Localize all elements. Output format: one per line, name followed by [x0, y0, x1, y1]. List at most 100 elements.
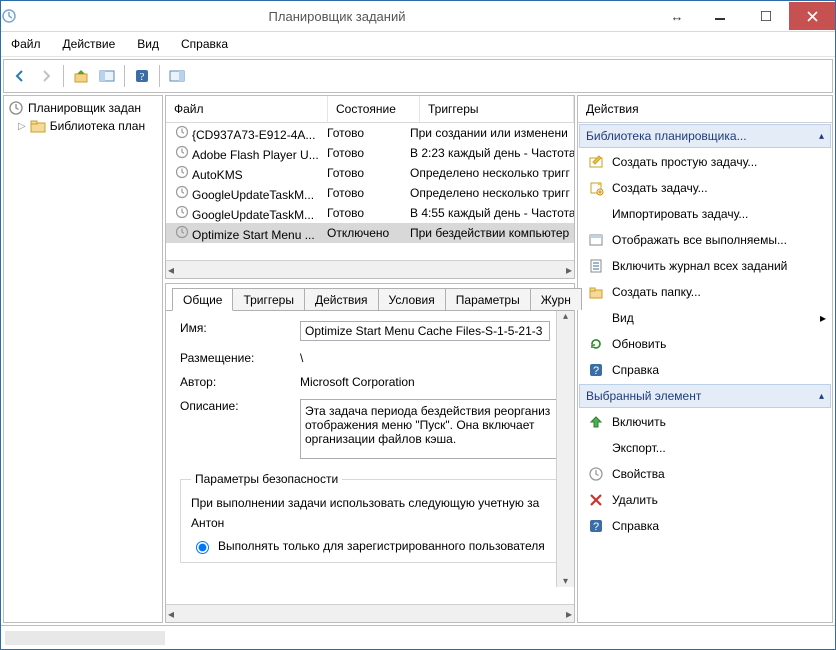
tabstrip: Общие Триггеры Действия Условия Параметр… [166, 284, 574, 310]
collapse-icon[interactable]: ▴ [819, 391, 824, 402]
action-label: Справка [612, 519, 659, 533]
resize-handle-button[interactable]: ↔ [657, 2, 697, 30]
scroll-right-icon[interactable]: ▸ [566, 263, 572, 277]
help-button[interactable]: ? [130, 64, 154, 88]
action-label: Импортировать задачу... [612, 207, 748, 221]
tab-params[interactable]: Параметры [445, 288, 531, 310]
run-only-logged-on-radio[interactable] [196, 541, 209, 554]
table-row[interactable]: Optimize Start Menu ...ОтключеноПри безд… [166, 223, 574, 243]
scroll-left-icon[interactable]: ◂ [168, 607, 174, 621]
action-справка[interactable]: ? Справка [578, 357, 832, 383]
action-включить-журнал-всех-заданий[interactable]: Включить журнал всех заданий [578, 253, 832, 279]
tree-panel: Планировщик задан ▷ Библиотека план [3, 95, 163, 623]
show-hide-console-tree-button[interactable] [95, 64, 119, 88]
location-value: \ [300, 351, 574, 365]
tree-root[interactable]: Планировщик задан [8, 100, 160, 116]
tab-general[interactable]: Общие [172, 288, 233, 311]
col-header-file[interactable]: Файл [166, 96, 328, 122]
tab-journal[interactable]: Журн [530, 288, 582, 310]
label-description: Описание: [180, 399, 300, 413]
menu-help[interactable]: Справка [179, 35, 230, 53]
scroll-up-icon[interactable]: ▴ [563, 311, 568, 322]
tab-conditions[interactable]: Условия [378, 288, 446, 310]
description-field[interactable] [300, 399, 560, 459]
tab-body-general: Имя: Размещение: \ Автор: Microsoft Corp… [166, 310, 574, 604]
action-отображать-все-выполняемы-[interactable]: Отображать все выполняемы... [578, 227, 832, 253]
menu-file[interactable]: Файл [9, 35, 43, 53]
col-header-triggers[interactable]: Триггеры [420, 96, 574, 122]
back-button[interactable] [8, 64, 32, 88]
close-button[interactable] [789, 2, 835, 30]
action-справка[interactable]: ?Справка [578, 513, 832, 539]
tab-hscrollbar[interactable]: ◂ ▸ [166, 604, 574, 622]
action-импортировать-задачу-[interactable]: Импортировать задачу... [578, 201, 832, 227]
clock-icon [174, 224, 190, 240]
tab-actions[interactable]: Действия [304, 288, 379, 310]
scroll-down-icon[interactable]: ▾ [563, 576, 568, 587]
maximize-button[interactable] [743, 2, 789, 30]
menu-action[interactable]: Действие [61, 35, 118, 53]
forward-button[interactable] [34, 64, 58, 88]
action-label: Включить журнал всех заданий [612, 259, 787, 273]
expand-icon[interactable]: ▷ [18, 121, 26, 132]
delete-icon [588, 492, 604, 508]
clock-icon [174, 124, 190, 140]
action-обновить[interactable]: Обновить [578, 331, 832, 357]
tab-triggers[interactable]: Триггеры [232, 288, 305, 310]
library-actions: Создать простую задачу... Создать задачу.… [578, 149, 832, 383]
table-row[interactable]: Adobe Flash Player U...ГотовоВ 2:23 кажд… [166, 143, 574, 163]
name-field[interactable] [300, 321, 550, 341]
action-экспорт-[interactable]: Экспорт... [578, 435, 832, 461]
col-header-state[interactable]: Состояние [328, 96, 420, 122]
security-fieldset: Параметры безопасности При выполнении за… [180, 472, 574, 563]
clock-icon [174, 204, 190, 220]
action-включить[interactable]: Включить [578, 409, 832, 435]
security-radio-row: Выполнять только для зарегистрированного… [191, 538, 563, 554]
show-icon [588, 232, 604, 248]
log-icon [588, 258, 604, 274]
toolbar-separator [159, 65, 160, 87]
menu-view[interactable]: Вид [135, 35, 161, 53]
security-text: При выполнении задачи использовать следу… [191, 496, 563, 510]
none-icon [588, 206, 604, 222]
minimize-button[interactable] [697, 2, 743, 30]
toolbar-separator [63, 65, 64, 87]
collapse-icon[interactable]: ▴ [819, 131, 824, 142]
action-label: Включить [612, 415, 666, 429]
show-hide-action-pane-button[interactable] [165, 64, 189, 88]
tree-library[interactable]: ▷ Библиотека план [8, 118, 160, 134]
table-row[interactable]: GoogleUpdateTaskM...ГотовоВ 4:55 каждый … [166, 203, 574, 223]
scroll-left-icon[interactable]: ◂ [168, 263, 174, 277]
tab-vscrollbar[interactable]: ▴ ▾ [556, 311, 574, 587]
action-label: Справка [612, 363, 659, 377]
list-body[interactable]: {CD937A73-E912-4A...ГотовоПри создании и… [166, 123, 574, 260]
clock-icon [174, 144, 190, 160]
list-hscrollbar[interactable]: ◂ ▸ [166, 260, 574, 278]
up-button[interactable] [69, 64, 93, 88]
action-label: Создать папку... [612, 285, 701, 299]
action-создать-задачу-[interactable]: Создать задачу... [578, 175, 832, 201]
svg-text:?: ? [140, 71, 145, 83]
action-label: Создать задачу... [612, 181, 708, 195]
svg-text:?: ? [593, 365, 599, 377]
center-panel: Файл Состояние Триггеры {CD937A73-E912-4… [165, 95, 575, 623]
menubar: Файл Действие Вид Справка [1, 32, 835, 57]
none-icon [588, 440, 604, 456]
table-row[interactable]: AutoKMSГотовоОпределено несколько тригг [166, 163, 574, 183]
section-selected[interactable]: Выбранный элемент ▴ [579, 384, 831, 408]
action-label: Обновить [612, 337, 666, 351]
details-panel: Общие Триггеры Действия Условия Параметр… [165, 283, 575, 623]
scroll-right-icon[interactable]: ▸ [566, 607, 572, 621]
actions-panel-header: Действия [578, 96, 832, 123]
action-вид[interactable]: Вид▸ [578, 305, 832, 331]
table-row[interactable]: GoogleUpdateTaskM...ГотовоОпределено нес… [166, 183, 574, 203]
action-создать-простую-задачу-[interactable]: Создать простую задачу... [578, 149, 832, 175]
action-удалить[interactable]: Удалить [578, 487, 832, 513]
section-library[interactable]: Библиотека планировщика... ▴ [579, 124, 831, 148]
action-свойства[interactable]: Свойства [578, 461, 832, 487]
list-header: Файл Состояние Триггеры [166, 96, 574, 123]
table-row[interactable]: {CD937A73-E912-4A...ГотовоПри создании и… [166, 123, 574, 143]
action-создать-папку-[interactable]: Создать папку... [578, 279, 832, 305]
section-library-label: Библиотека планировщика... [586, 129, 747, 143]
props-icon [588, 466, 604, 482]
